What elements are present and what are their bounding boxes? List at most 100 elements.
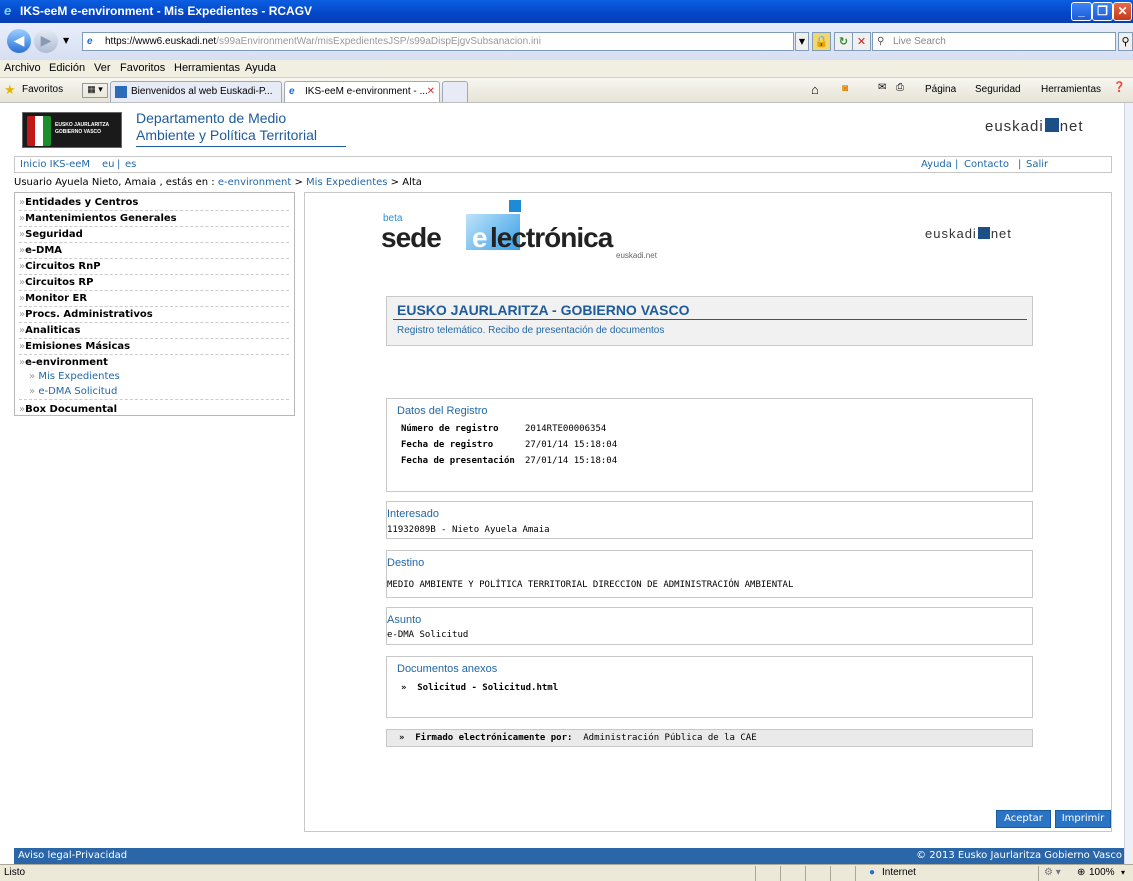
interesado-value: 11932089B - Nieto Ayuela Amaia [387,525,550,535]
sidebar-item-mantenimientos[interactable]: »Mantenimientos Generales [19,211,289,227]
address-dropdown-icon[interactable]: ▼ [795,32,809,51]
feeds-icon[interactable]: ◙ [842,83,848,94]
home-icon[interactable]: ⌂ [811,82,819,97]
print-icon[interactable]: ⎙ [896,82,904,93]
status-bar: Listo ● Internet ⚙ ▾ ⊕ 100% ▾ [0,864,1133,881]
lang-es-link[interactable]: es [125,157,136,172]
status-divider [755,866,756,881]
sidebar-subitem-mis-expedientes[interactable]: » Mis Expedientes [19,369,289,385]
back-button[interactable]: ◀ [7,29,31,53]
favorites-bar: ★ Favoritos ▦ ▾ Bienvenidos al web Euska… [0,78,1133,103]
menu-ayuda[interactable]: Ayuda [245,62,276,74]
breadcrumb-e-environment[interactable]: e-environment [218,177,291,188]
link-separator: | [955,159,959,170]
refresh-icon[interactable]: ↻ [834,32,853,51]
asunto-panel: Asunto e-DMA Solicitud [386,607,1033,645]
destino-title: Destino [387,557,425,569]
sidebar-item-box-documental[interactable]: »Box Documental [19,402,289,418]
sidebar-item-circuitos-rp[interactable]: »Circuitos RP [19,275,289,291]
coat-of-arms-icon [27,116,51,146]
ayuda-link[interactable]: Ayuda [921,157,952,172]
site-icon [115,86,127,98]
window-title-bar: e IKS-eeM e-environment - Mis Expediente… [0,0,1133,23]
gobierno-vasco-logo[interactable]: EUSKO JAURLARITZA GOBIERNO VASCO [22,112,122,148]
status-divider [805,866,806,881]
minimize-button[interactable]: _ [1071,2,1092,21]
vertical-scrollbar[interactable] [1124,103,1133,864]
address-input[interactable]: e https://www6.euskadi.net/s99aEnvironme… [82,32,794,51]
documento-link[interactable]: » Solicitud - Solicitud.html [401,683,558,693]
sidebar-item-label: Analiticas [25,325,81,336]
quick-tabs-icon[interactable]: ▦ ▾ [82,83,108,98]
page-menu[interactable]: Página [925,84,956,95]
sidebar-subitem-edma-solicitud[interactable]: » e-DMA Solicitud [19,384,289,400]
breadcrumb-mis-expedientes[interactable]: Mis Expedientes [306,177,387,188]
tools-menu[interactable]: Herramientas [1041,84,1101,95]
forward-button[interactable]: ▶ [34,29,58,53]
tab-label: Bienvenidos al web Euskadi-P... [131,86,273,97]
interesado-panel: Interesado 11932089B - Nieto Ayuela Amai… [386,501,1033,539]
imprimir-button[interactable]: Imprimir [1055,810,1111,828]
euskadi-logo-block [977,227,990,239]
sede-e: e [472,222,488,253]
inicio-link[interactable]: Inicio IKS-eeM [20,157,90,172]
sidebar-item-procs[interactable]: »Procs. Administrativos [19,307,289,323]
sidebar-item-monitor-er[interactable]: »Monitor ER [19,291,289,307]
sidebar-item-circuitos-rnp[interactable]: »Circuitos RnP [19,259,289,275]
sede-sub: euskadi.net [616,251,657,260]
status-divider [780,866,781,881]
euskadi-logo-b: net [1059,118,1084,135]
logo-line2: GOBIERNO VASCO [55,129,102,135]
sidebar-item-edma[interactable]: »e-DMA [19,243,289,259]
documentos-anexos-title: Documentos anexos [397,663,498,675]
lock-icon[interactable]: 🔒 [812,32,831,51]
maximize-button[interactable]: ❐ [1092,2,1113,21]
sede-electronica-word: lectrónica [490,222,613,253]
new-tab-button[interactable] [442,81,468,102]
tab-bienvenidos[interactable]: Bienvenidos al web Euskadi-P... [110,81,282,102]
salir-link[interactable]: Salir [1026,157,1048,172]
breadcrumb-current: > Alta [390,177,422,188]
protected-mode-icon[interactable]: ⚙ ▾ [1044,865,1061,881]
menu-ver[interactable]: Ver [94,62,111,74]
menu-archivo[interactable]: Archivo [4,62,41,74]
history-dropdown-icon[interactable]: ▼ [63,36,69,45]
search-icon[interactable]: ⚲ [1118,32,1133,51]
menu-favoritos[interactable]: Favoritos [120,62,165,74]
security-menu[interactable]: Seguridad [975,84,1021,95]
dept-line1: Departamento de Medio [136,110,287,126]
close-button[interactable]: ✕ [1113,2,1132,21]
aviso-legal-link[interactable]: Aviso legal-Privacidad [18,848,127,864]
euskadi-logo-a: euskadi [985,118,1044,135]
menu-herramientas[interactable]: Herramientas [174,62,240,74]
interesado-title: Interesado [387,508,439,520]
stop-icon[interactable]: ✕ [852,32,871,51]
lang-eu-link[interactable]: eu [102,157,115,172]
breadcrumb-separator: > [294,177,303,188]
favorites-button-label[interactable]: Favoritos [22,84,63,95]
sidebar-item-entidades[interactable]: »Entidades y Centros [19,195,289,211]
sidebar-item-analiticas[interactable]: »Analiticas [19,323,289,339]
tab-close-icon[interactable]: ✕ [427,86,435,97]
tab-iks-eem[interactable]: e IKS-eeM e-environment - ... ✕ [284,81,440,102]
menu-bar: Archivo Edición Ver Favoritos Herramient… [0,60,1133,78]
euskadi-net-logo[interactable]: euskadi net [985,118,1084,135]
numero-registro-label: Número de registro [401,424,499,434]
favorites-star-icon[interactable]: ★ [4,83,16,96]
zoom-dropdown-icon[interactable]: ▾ [1121,865,1125,881]
help-icon[interactable]: ❓ [1113,82,1125,93]
zoom-icon[interactable]: ⊕ [1077,865,1085,881]
internet-zone-text: Internet [882,867,916,878]
menu-edicion[interactable]: Edición [49,62,85,74]
sidebar-item-emisiones[interactable]: »Emisiones Másicas [19,339,289,355]
sidebar-item-label: Mantenimientos Generales [25,213,177,224]
department-name: Departamento de Medio Ambiente y Polític… [136,110,317,144]
search-placeholder: Live Search [893,36,946,47]
zoom-level[interactable]: 100% [1089,865,1115,881]
contacto-link[interactable]: Contacto [964,157,1009,172]
search-input[interactable]: ⚲ Live Search [872,32,1116,51]
mail-icon[interactable]: ✉ [878,82,886,93]
sidebar-item-seguridad[interactable]: »Seguridad [19,227,289,243]
sede-electronica-logo: beta sede e lectrónica euskadi.net [381,200,661,262]
aceptar-button[interactable]: Aceptar [996,810,1051,828]
